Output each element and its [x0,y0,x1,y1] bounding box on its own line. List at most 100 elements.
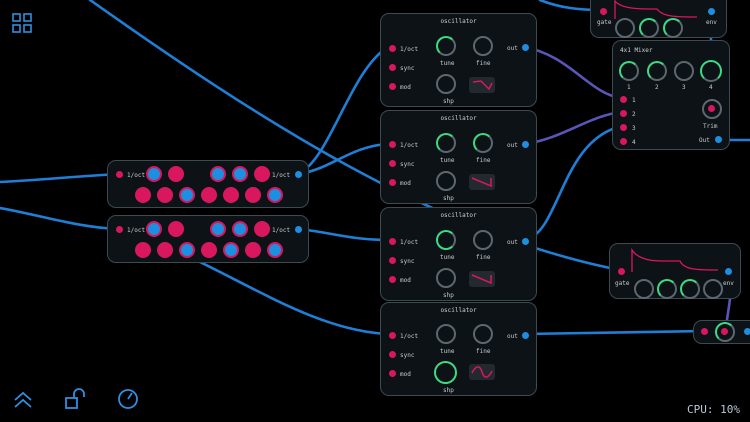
sequencer-module[interactable]: 1/oct 1/oct [107,160,309,208]
env-gate-port[interactable] [618,268,625,275]
waveform-button[interactable] [469,364,495,380]
sequencer-step[interactable] [245,242,261,258]
env-gate-port[interactable] [600,8,607,15]
sequencer-input-port[interactable] [116,171,123,178]
sequencer-step[interactable] [267,242,283,258]
port-out[interactable] [522,332,529,339]
clock-icon[interactable] [117,388,139,410]
mixer-level-knob[interactable] [674,61,694,81]
sequencer-step[interactable] [168,221,184,237]
sequencer-output-port[interactable] [295,226,302,233]
sequencer-step[interactable] [201,187,217,203]
trim-knob[interactable] [702,99,722,119]
sequencer-step[interactable] [179,242,195,258]
env-output-port[interactable] [708,8,715,15]
sequencer-step[interactable] [135,187,151,203]
sequencer-step[interactable] [210,221,226,237]
sequencer-step[interactable] [146,221,162,237]
sequencer-step[interactable] [254,221,270,237]
oscillator-module[interactable]: oscillator 1/oct sync mod tune fine shp … [380,13,537,107]
env-knob[interactable] [615,18,635,38]
shape-knob[interactable] [436,171,456,191]
vca-output-port[interactable] [744,328,750,335]
fine-knob[interactable] [473,133,493,153]
sequencer-step[interactable] [201,242,217,258]
env-output-port[interactable] [725,268,732,275]
port-mod[interactable] [389,83,396,90]
mixer-input-port[interactable] [620,110,627,117]
oscillator-module[interactable]: oscillator 1/oct sync mod tune fine shp … [380,302,537,396]
shape-knob[interactable] [434,361,457,384]
sequencer-step[interactable] [210,166,226,182]
tune-knob[interactable] [436,230,456,250]
port-mod[interactable] [389,276,396,283]
sequencer-step[interactable] [223,187,239,203]
tune-knob[interactable] [436,36,456,56]
shape-knob[interactable] [436,74,456,94]
env-knob[interactable] [703,279,723,299]
tune-knob[interactable] [436,133,456,153]
port-out[interactable] [522,44,529,51]
mixer-module[interactable]: 4x1 Mixer 1 2 3 4 1 2 3 4 Trim Out [612,40,730,150]
sequencer-step[interactable] [232,221,248,237]
mixer-level-knob[interactable] [619,61,639,81]
mixer-input-port[interactable] [620,124,627,131]
trim-knob-port[interactable] [708,105,715,112]
sequencer-step[interactable] [254,166,270,182]
sequencer-step[interactable] [267,187,283,203]
oscillator-module[interactable]: oscillator 1/oct sync mod tune fine shp … [380,110,537,204]
mixer-input-port[interactable] [620,96,627,103]
waveform-button[interactable] [469,77,495,93]
vca-module[interactable] [693,320,750,344]
port-sync[interactable] [389,257,396,264]
port-out[interactable] [522,238,529,245]
port-sync[interactable] [389,64,396,71]
unlock-icon[interactable] [64,388,86,410]
sequencer-input-port[interactable] [116,226,123,233]
port-mod[interactable] [389,370,396,377]
sequencer-step[interactable] [179,187,195,203]
fine-knob[interactable] [473,230,493,250]
fine-knob[interactable] [473,324,493,344]
mixer-level-knob[interactable] [700,60,722,82]
env-knob[interactable] [639,18,659,38]
sequencer-module[interactable]: 1/oct 1/oct [107,215,309,263]
port-1oct[interactable] [389,332,396,339]
fine-knob[interactable] [473,36,493,56]
sequencer-step[interactable] [135,242,151,258]
vca-knob[interactable] [715,322,735,342]
env-knob[interactable] [634,279,654,299]
sequencer-step[interactable] [168,166,184,182]
port-sync[interactable] [389,160,396,167]
sequencer-step[interactable] [245,187,261,203]
mixer-output-port[interactable] [715,136,722,143]
sequencer-step[interactable] [223,242,239,258]
envelope-module[interactable]: gate env [590,0,727,38]
shape-knob[interactable] [436,268,456,288]
sequencer-output-port[interactable] [295,171,302,178]
envelope-module[interactable]: gate env [609,243,741,299]
oscillator-module[interactable]: oscillator 1/oct sync mod tune fine shp … [380,207,537,301]
waveform-button[interactable] [469,271,495,287]
port-1oct[interactable] [389,45,396,52]
port-mod[interactable] [389,179,396,186]
port-1oct[interactable] [389,141,396,148]
env-knob[interactable] [657,279,677,299]
vca-cv-port[interactable] [721,328,728,335]
sequencer-step[interactable] [232,166,248,182]
mixer-input-port[interactable] [620,138,627,145]
sequencer-step[interactable] [157,187,173,203]
port-out[interactable] [522,141,529,148]
tune-knob[interactable] [436,324,456,344]
grid-icon[interactable] [12,13,33,34]
waveform-button[interactable] [469,174,495,190]
port-sync[interactable] [389,351,396,358]
sequencer-step[interactable] [157,242,173,258]
env-knob[interactable] [663,18,683,38]
port-1oct[interactable] [389,238,396,245]
env-knob[interactable] [680,279,700,299]
sequencer-step[interactable] [146,166,162,182]
vca-input-port[interactable] [701,328,708,335]
chevron-double-up-icon[interactable] [12,389,34,411]
mixer-level-knob[interactable] [647,61,667,81]
